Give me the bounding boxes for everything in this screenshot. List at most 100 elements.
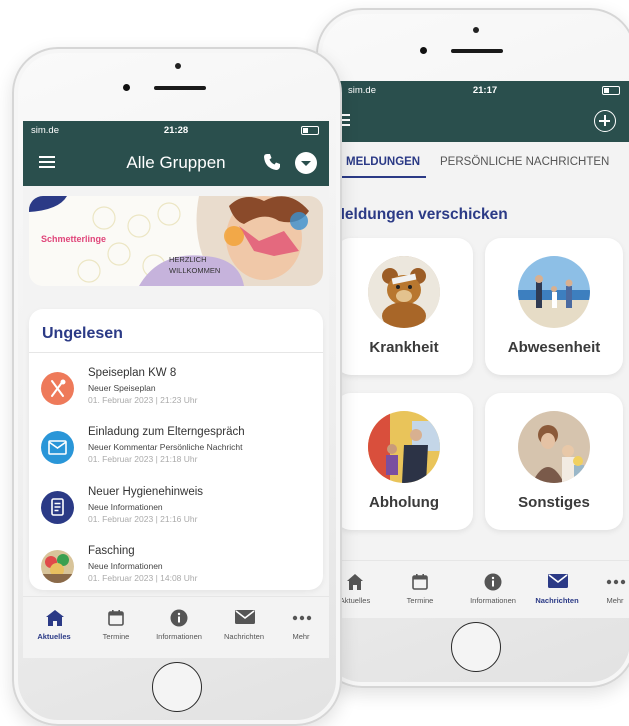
- bottom-nav: Aktuelles Termine Informationen Nachrich…: [23, 596, 329, 658]
- carnival-photo: [41, 550, 74, 583]
- children-photo: [518, 411, 590, 483]
- home-button[interactable]: [152, 662, 202, 712]
- envelope-icon: [41, 431, 74, 464]
- phone-icon[interactable]: [263, 153, 281, 171]
- home-icon: [346, 573, 364, 591]
- nav-label: Mehr: [606, 596, 624, 605]
- camera: [123, 84, 130, 91]
- sensor-dot: [175, 63, 181, 69]
- card-label: Abwesenheit: [507, 339, 601, 356]
- home-icon: [45, 609, 64, 627]
- unread-card: Ungelesen Speiseplan KW 8 Neuer Speisepl…: [29, 309, 323, 590]
- nav-label: Termine: [406, 596, 434, 605]
- tab-meldungen[interactable]: MELDUNGEN: [346, 156, 420, 168]
- nav-mehr[interactable]: Mehr: [590, 561, 629, 618]
- nav-label: Aktuelles: [340, 596, 371, 605]
- banner-greeting-2: WILLKOMMEN: [169, 266, 221, 275]
- mail-icon: [548, 573, 568, 591]
- battery-icon: [602, 86, 620, 95]
- nav-termine[interactable]: Termine: [395, 561, 445, 618]
- back-phone: sim.de 21:17 MELDUNGEN PERSÖNLICHE NACHR…: [316, 8, 629, 688]
- item-title: Neuer Hygienehinweis: [88, 486, 204, 498]
- list-item-speiseplan[interactable]: Speiseplan KW 8 Neuer Speiseplan 01. Feb…: [39, 366, 319, 416]
- card-label: Sonstiges: [518, 494, 590, 511]
- item-subtitle: Neuer Kommentar Persönliche Nachricht: [88, 442, 243, 452]
- dropdown-icon[interactable]: [295, 152, 317, 174]
- banner-logo: Schmetterlinge: [41, 234, 107, 244]
- nav-label: Nachrichten: [223, 632, 265, 641]
- nav-informationen[interactable]: Informationen: [460, 561, 526, 618]
- item-title: Einladung zum Elterngespräch: [88, 426, 245, 438]
- clock: 21:17: [472, 85, 498, 96]
- speaker: [154, 86, 206, 90]
- info-icon: [170, 609, 188, 627]
- item-date: 01. Februar 2023 | 21:23 Uhr: [88, 395, 198, 405]
- camera: [420, 47, 427, 54]
- back-screen: sim.de 21:17 MELDUNGEN PERSÖNLICHE NACHR…: [340, 81, 629, 618]
- app-header: Alle Gruppen: [23, 140, 329, 186]
- battery-icon: [301, 126, 319, 135]
- nav-label: Nachrichten: [535, 596, 579, 605]
- tab-bar: MELDUNGEN PERSÖNLICHE NACHRICHTEN: [340, 142, 629, 182]
- beach-family-photo: [518, 256, 590, 328]
- sensor-dot: [473, 27, 479, 33]
- list-item-fasching[interactable]: Fasching Neue Informationen 01. Februar …: [39, 544, 319, 594]
- nav-aktuelles[interactable]: Aktuelles: [340, 561, 380, 618]
- nav-label: Informationen: [156, 632, 202, 641]
- nav-label: Termine: [102, 632, 130, 641]
- status-bar: sim.de 21:28: [23, 121, 329, 140]
- home-button[interactable]: [451, 622, 501, 672]
- nav-nachrichten[interactable]: Nachrichten: [527, 561, 587, 618]
- nav-label: Informationen: [470, 596, 516, 605]
- add-icon[interactable]: [594, 110, 616, 132]
- item-subtitle: Neuer Speiseplan: [88, 383, 156, 393]
- nav-label: Mehr: [292, 632, 310, 641]
- more-icon: [292, 609, 312, 627]
- nav-termine[interactable]: Termine: [91, 597, 141, 658]
- divider: [29, 352, 323, 353]
- unread-title: Ungelesen: [42, 325, 123, 342]
- card-abholung[interactable]: Abholung: [340, 393, 473, 530]
- document-icon: [41, 491, 74, 524]
- item-date: 01. Februar 2023 | 21:16 Uhr: [88, 514, 198, 524]
- nav-nachrichten[interactable]: Nachrichten: [214, 597, 274, 658]
- card-sonstiges[interactable]: Sonstiges: [485, 393, 623, 530]
- welcome-banner: Schmetterlinge HERZLICH WILLKOMMEN: [29, 196, 323, 286]
- page-title: Alle Gruppen: [126, 153, 226, 172]
- nav-informationen[interactable]: Informationen: [146, 597, 212, 658]
- section-title: Meldungen verschicken: [340, 206, 508, 223]
- stage: sim.de 21:17 MELDUNGEN PERSÖNLICHE NACHR…: [0, 0, 629, 726]
- card-krankheit[interactable]: Krankheit: [340, 238, 473, 375]
- card-abwesenheit[interactable]: Abwesenheit: [485, 238, 623, 375]
- item-subtitle: Neue Informationen: [88, 561, 163, 571]
- banner-greeting-1: HERZLICH: [169, 255, 207, 264]
- nav-aktuelles[interactable]: Aktuelles: [27, 597, 81, 658]
- fork-knife-icon: [41, 372, 74, 405]
- item-date: 01. Februar 2023 | 21:18 Uhr: [88, 454, 198, 464]
- calendar-icon: [411, 573, 429, 591]
- card-label: Abholung: [369, 494, 439, 511]
- teddy-bear-photo: [368, 256, 440, 328]
- info-icon: [484, 573, 502, 591]
- item-date: 01. Februar 2023 | 14:08 Uhr: [88, 573, 198, 583]
- app-header: [340, 100, 629, 142]
- front-phone: sim.de 21:28 Alle Gruppen Schmetterlinge…: [12, 47, 342, 726]
- card-label: Krankheit: [369, 339, 439, 356]
- more-icon: [606, 573, 626, 591]
- item-subtitle: Neue Informationen: [88, 502, 163, 512]
- list-item-hygienehinweis[interactable]: Neuer Hygienehinweis Neue Informationen …: [39, 485, 319, 535]
- item-title: Fasching: [88, 545, 135, 557]
- pickup-photo: [368, 411, 440, 483]
- tab-persoenliche-nachrichten[interactable]: PERSÖNLICHE NACHRICHTEN: [440, 156, 609, 168]
- calendar-icon: [107, 609, 125, 627]
- bottom-nav: Aktuelles Termine Informationen Nachrich…: [340, 560, 629, 618]
- nav-mehr[interactable]: Mehr: [276, 597, 326, 658]
- status-bar: sim.de 21:17: [340, 81, 629, 100]
- mail-icon: [235, 609, 255, 627]
- tab-underline: [340, 176, 426, 178]
- speaker: [451, 49, 503, 53]
- item-title: Speiseplan KW 8: [88, 367, 177, 379]
- clock: 21:28: [163, 125, 189, 136]
- list-item-einladung[interactable]: Einladung zum Elterngespräch Neuer Komme…: [39, 425, 319, 475]
- front-screen: sim.de 21:28 Alle Gruppen Schmetterlinge…: [23, 121, 329, 658]
